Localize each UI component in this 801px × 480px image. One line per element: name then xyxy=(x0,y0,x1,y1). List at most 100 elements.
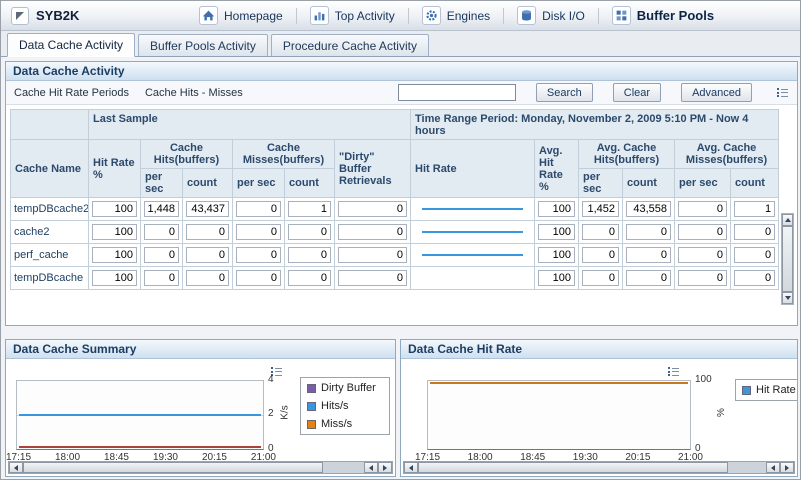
scroll-up-button[interactable] xyxy=(782,214,793,226)
main-navigation: Homepage Top Activity Engines xyxy=(186,1,727,30)
value-box: 0 xyxy=(236,224,281,240)
value-box: 1 xyxy=(734,201,775,217)
value-box: 1,452 xyxy=(582,201,619,217)
value-cell: 0 xyxy=(285,244,335,267)
table-vertical-scrollbar[interactable] xyxy=(781,213,794,305)
tab-procedure-cache-activity[interactable]: Procedure Cache Activity xyxy=(271,34,429,56)
table-row: tempDBcache2 100 1,448 43,437 0 1 0 100 … xyxy=(11,198,779,221)
activity-table-region: Last Sample Time Range Period: Monday, N… xyxy=(6,105,797,290)
value-box: 100 xyxy=(92,224,137,240)
scroll-left-button[interactable] xyxy=(404,462,418,473)
tab-buffer-pools-activity[interactable]: Buffer Pools Activity xyxy=(138,34,268,56)
nav-item-buffer-pools[interactable]: Buffer Pools xyxy=(599,1,727,30)
cache-hits-misses-link[interactable]: Cache Hits - Misses xyxy=(145,87,243,99)
page-right-button[interactable] xyxy=(780,462,794,473)
scrollbar-thumb[interactable] xyxy=(23,462,323,473)
page-left-button[interactable] xyxy=(766,462,780,473)
page-right-button[interactable] xyxy=(378,462,392,473)
hit-rate-sparkline xyxy=(422,254,523,256)
value-box: 0 xyxy=(582,224,619,240)
column-header-row: Cache Name Hit Rate % Cache Hits(buffers… xyxy=(11,140,779,169)
scroll-down-icon xyxy=(785,296,791,300)
legend-item: Miss/s xyxy=(307,418,383,430)
value-box: 0 xyxy=(678,270,727,286)
home-icon xyxy=(199,6,218,25)
value-box: 0 xyxy=(288,247,331,263)
search-input[interactable] xyxy=(398,84,516,101)
nav-item-homepage[interactable]: Homepage xyxy=(186,1,296,30)
scroll-down-button[interactable] xyxy=(782,292,793,304)
value-box: 0 xyxy=(582,270,619,286)
panel-title: Data Cache Hit Rate xyxy=(401,340,797,359)
value-cell: 1,452 xyxy=(579,198,623,221)
chart-legend: Hit Rate Av xyxy=(735,379,798,401)
value-box: 0 xyxy=(626,224,671,240)
advanced-button[interactable]: Advanced xyxy=(681,83,752,102)
legend-label: Hit Rate Av xyxy=(756,384,798,396)
collapse-button[interactable] xyxy=(11,7,29,25)
hit-rate-average-line xyxy=(430,382,688,384)
y-tick-label: 100 xyxy=(695,374,712,385)
buffer-pools-icon xyxy=(612,6,631,25)
value-cell: 100 xyxy=(89,267,141,290)
cache-name-cell[interactable]: tempDBcache2 xyxy=(11,198,89,221)
nav-label: Disk I/O xyxy=(542,9,585,23)
value-cell: 0 xyxy=(285,267,335,290)
y-tick-label: 2 xyxy=(268,408,274,419)
value-cell: 0 xyxy=(141,221,183,244)
nav-item-engines[interactable]: Engines xyxy=(409,1,503,30)
cache-name-cell[interactable]: perf_cache xyxy=(11,244,89,267)
nav-label: Buffer Pools xyxy=(637,8,714,23)
cache-name-cell[interactable]: cache2 xyxy=(11,221,89,244)
scrollbar-track[interactable] xyxy=(728,462,766,473)
legend-swatch-dirty-buffer xyxy=(307,384,316,393)
panel-title: Data Cache Activity xyxy=(6,62,797,81)
chart-horizontal-scrollbar[interactable] xyxy=(403,461,795,474)
table-options-icon[interactable] xyxy=(776,86,789,99)
scrollbar-thumb[interactable] xyxy=(418,462,728,473)
legend-swatch-hits xyxy=(307,402,316,411)
value-cell: 1 xyxy=(731,198,779,221)
scroll-left-button[interactable] xyxy=(9,462,23,473)
value-cell: 0 xyxy=(731,267,779,290)
legend-label: Dirty Buffer xyxy=(321,382,376,394)
sub-header-per-sec: per sec xyxy=(233,169,285,198)
legend-item: Hits/s xyxy=(307,400,383,412)
chart-horizontal-scrollbar[interactable] xyxy=(8,461,393,474)
disk-icon xyxy=(517,6,536,25)
page-left-icon xyxy=(369,465,373,471)
value-box: 0 xyxy=(734,270,775,286)
value-cell: 0 xyxy=(579,221,623,244)
value-box: 0 xyxy=(338,270,407,286)
chart-menu-icon[interactable] xyxy=(667,365,680,378)
hits-per-sec-line xyxy=(19,414,261,416)
value-box: 0 xyxy=(582,247,619,263)
value-box: 0 xyxy=(734,247,775,263)
page-right-icon xyxy=(383,465,387,471)
value-box: 1,448 xyxy=(144,201,179,217)
value-cell: 100 xyxy=(535,244,579,267)
value-box: 100 xyxy=(538,201,575,217)
scrollbar-track[interactable] xyxy=(323,462,364,473)
value-box: 0 xyxy=(626,270,671,286)
col-header-dirty-buffer-retrievals: "Dirty" Buffer Retrievals xyxy=(335,140,411,198)
value-cell: 0 xyxy=(579,267,623,290)
value-cell: 0 xyxy=(675,221,731,244)
value-cell: 0 xyxy=(675,198,731,221)
cache-hit-rate-periods-link[interactable]: Cache Hit Rate Periods xyxy=(14,87,129,99)
gear-icon xyxy=(422,6,441,25)
page-left-button[interactable] xyxy=(364,462,378,473)
tab-strip: Data Cache Activity Buffer Pools Activit… xyxy=(1,31,800,57)
scroll-left-icon xyxy=(409,465,413,471)
nav-item-top-activity[interactable]: Top Activity xyxy=(297,1,408,30)
nav-item-disk-io[interactable]: Disk I/O xyxy=(504,1,598,30)
col-header-avg-cache-misses: Avg. Cache Misses(buffers) xyxy=(675,140,779,169)
cache-name-cell[interactable]: tempDBcache xyxy=(11,267,89,290)
value-cell: 100 xyxy=(535,267,579,290)
search-button[interactable]: Search xyxy=(536,83,593,102)
tab-data-cache-activity[interactable]: Data Cache Activity xyxy=(7,33,135,57)
sub-header-per-sec: per sec xyxy=(141,169,183,198)
scrollbar-thumb[interactable] xyxy=(782,226,793,292)
clear-button[interactable]: Clear xyxy=(613,83,661,102)
app-title-group: SYB2K xyxy=(1,7,186,25)
